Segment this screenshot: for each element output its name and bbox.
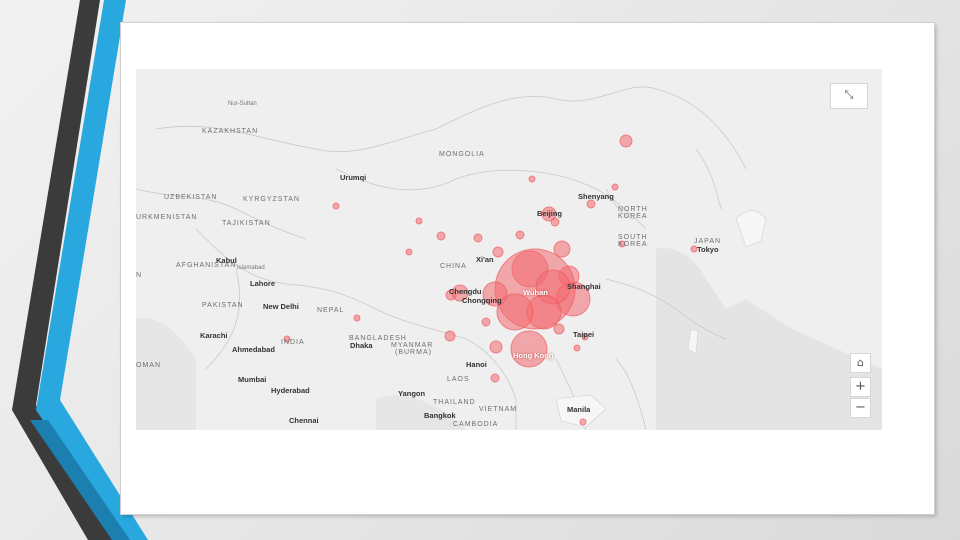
label-chongqing: Chongqing (462, 296, 502, 305)
bubble-hohhot[interactable] (528, 175, 536, 183)
expand-map-button[interactable]: ⤡ (830, 83, 868, 109)
label-vietnam: VIETNAM (479, 406, 518, 413)
label-kazakhstan: KAZAKHSTAN (202, 128, 259, 135)
label-pakistan: PAKISTAN (202, 302, 244, 309)
bubble-shenyang[interactable] (586, 199, 596, 209)
label-lahore: Lahore (250, 279, 276, 288)
label-kyrgyzstan: KYRGYZSTAN (243, 196, 300, 203)
label-islamabad: Islamabad (237, 265, 265, 271)
label-ahmedabad: Ahmedabad (232, 345, 275, 354)
bubble-gansu[interactable] (415, 217, 423, 225)
label-new-delhi: New Delhi (263, 302, 299, 311)
bubble-tianjin[interactable] (550, 217, 560, 227)
label-n-edge: N (136, 272, 143, 279)
bubble-urumqi[interactable] (332, 202, 340, 210)
label-oman: OMAN (136, 362, 161, 369)
bubble-hebei[interactable] (515, 230, 525, 240)
bubble-xining[interactable] (405, 248, 413, 256)
bubble-philippines[interactable] (579, 418, 587, 426)
label-tajikistan: TAJIKISTAN (222, 220, 271, 227)
label-xian: Xi'an (476, 255, 494, 264)
zoom-out-button[interactable]: − (850, 398, 871, 418)
label-dhaka: Dhaka (350, 341, 373, 350)
bubble-taiwan[interactable] (573, 344, 581, 352)
label-taipei: Taipei (573, 330, 595, 339)
label-mumbai: Mumbai (238, 375, 267, 384)
label-karachi: Karachi (200, 331, 228, 340)
label-chennai: Chennai (289, 416, 319, 425)
zoom-in-button[interactable]: + (850, 377, 871, 397)
label-turkmenistan: URKMENISTAN (136, 214, 198, 221)
label-burma: (BURMA) (395, 349, 432, 356)
label-shenyang: Shenyang (578, 192, 614, 201)
label-urumqi: Urumqi (340, 173, 367, 182)
label-nur-sultan: Nur-Sultan (228, 101, 257, 107)
bubble-lanzhou[interactable] (436, 231, 446, 241)
bubble-hainan[interactable] (490, 373, 500, 383)
label-india: INDIA (281, 339, 305, 346)
label-laos: LAOS (447, 376, 470, 383)
label-wuhan: Wuhan (523, 288, 548, 297)
bubble-shanxi[interactable] (473, 233, 483, 243)
label-hong-kong: Hong Kong (513, 351, 554, 360)
label-china: CHINA (440, 263, 467, 270)
bubble-hong-kong[interactable] (510, 330, 548, 368)
label-chengdu: Chengdu (449, 287, 482, 296)
bubble-shandong[interactable] (553, 240, 571, 258)
label-shanghai: Shanghai (567, 282, 601, 291)
label-bangkok: Bangkok (424, 411, 456, 420)
label-cambodia: CAMBODIA (453, 421, 499, 428)
map-view[interactable]: Nur-Sultan KAZAKHSTAN MONGOLIA Urumqi UZ… (136, 69, 882, 430)
label-tokyo: Tokyo (697, 245, 719, 254)
bubble-xian[interactable] (492, 246, 504, 258)
bubble-shenyang-north[interactable] (611, 183, 619, 191)
bubble-nepal[interactable] (353, 314, 361, 322)
label-south-korea: KOREA (618, 241, 648, 248)
label-afghanistan: AFGHANISTAN (176, 262, 237, 269)
label-yangon: Yangon (398, 389, 426, 398)
label-hanoi: Hanoi (466, 360, 487, 369)
label-nepal: NEPAL (317, 307, 345, 314)
label-thailand: THAILAND (433, 399, 476, 406)
bubble-yunnan[interactable] (444, 330, 456, 342)
bubble-harbin[interactable] (619, 134, 633, 148)
bubble-fujian[interactable] (553, 323, 565, 335)
label-mongolia: MONGOLIA (439, 151, 485, 158)
label-uzbekistan: UZBEKISTAN (164, 194, 218, 201)
label-north-korea: KOREA (618, 213, 648, 220)
label-beijing: Beijing (537, 209, 563, 218)
bubble-guangxi[interactable] (489, 340, 503, 354)
label-manila: Manila (567, 405, 591, 414)
label-hyderabad: Hyderabad (271, 386, 310, 395)
home-button[interactable]: ⌂ (850, 353, 871, 373)
bubble-guizhou[interactable] (481, 317, 491, 327)
